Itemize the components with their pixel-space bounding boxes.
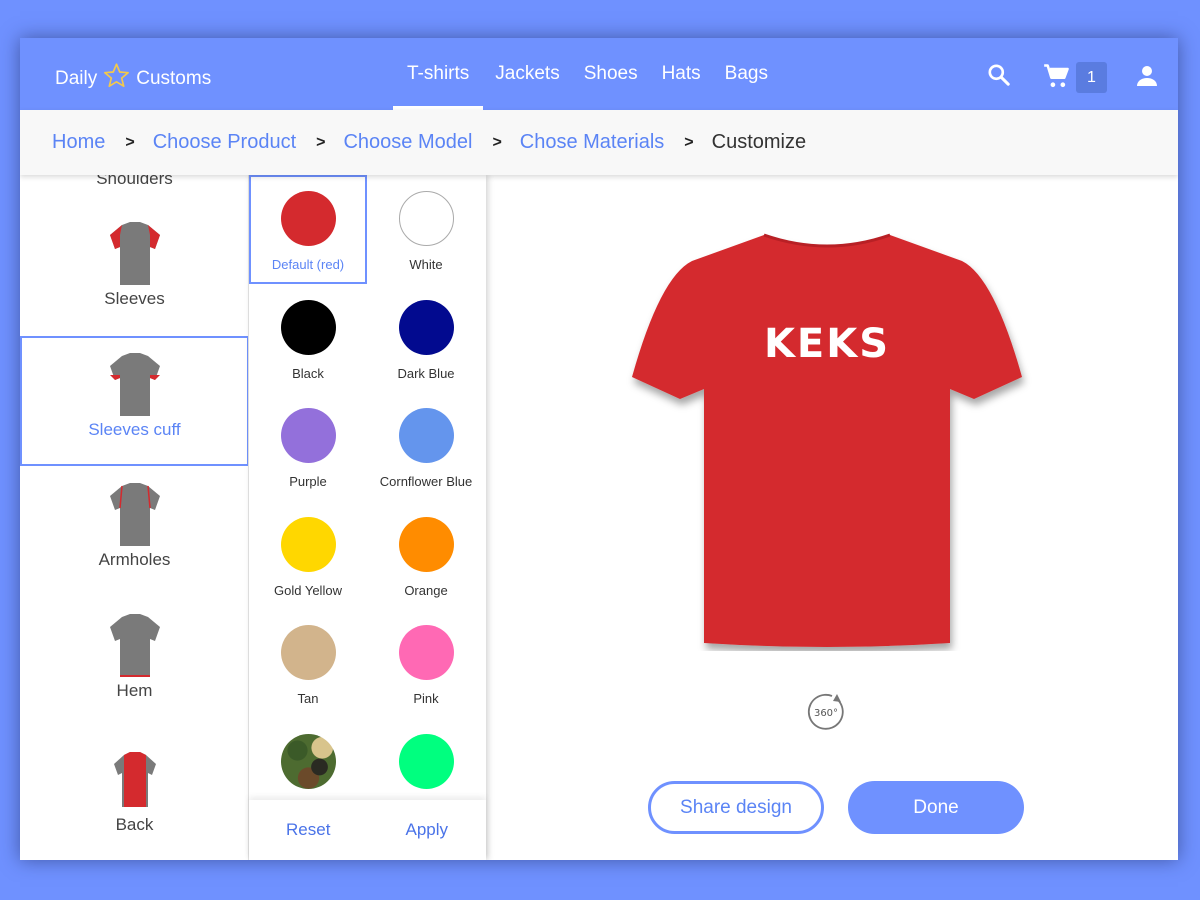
part-label: Sleeves <box>104 289 165 308</box>
nav-tshirts[interactable]: T-shirts <box>393 38 484 110</box>
nav-shoes[interactable]: Shoes <box>572 38 650 110</box>
color-name: Pink <box>413 691 439 706</box>
parts-list[interactable]: Shoulders Sleeves Sleeves cuff Armholes … <box>20 175 249 860</box>
color-picker-panel: Default (red) White Black Dark Blue Purple Co… <box>249 175 486 860</box>
shirt-print-text: KEKS <box>764 321 890 367</box>
color-swatch[interactable]: Black <box>249 284 367 393</box>
user-icon[interactable] <box>1135 64 1159 93</box>
color-name: Orange <box>404 582 448 598</box>
color-dot <box>398 625 454 680</box>
breadcrumb-customize: Customize <box>711 131 807 153</box>
done-button[interactable]: Done <box>848 781 1024 834</box>
brand-name-left: Daily <box>55 67 98 89</box>
nav-jackets[interactable]: Jackets <box>483 38 571 110</box>
breadcrumb: Home > Choose Product > Choose Model > C… <box>20 110 1178 175</box>
color-dot <box>280 191 336 246</box>
cart-icon[interactable] <box>1043 62 1071 95</box>
nav-hats[interactable]: Hats <box>650 38 713 110</box>
color-swatch[interactable]: White <box>367 175 485 284</box>
breadcrumb-choose-product[interactable]: Choose Product <box>153 131 296 154</box>
color-actions-bar: Reset Apply <box>249 800 486 860</box>
color-dot <box>280 516 336 572</box>
apply-button[interactable]: Apply <box>368 800 487 860</box>
part-shoulders[interactable]: Shoulders <box>20 175 248 199</box>
part-label: Hem <box>116 681 153 700</box>
tshirt-hem-icon <box>109 614 160 677</box>
color-swatch[interactable]: Gold Yellow <box>249 501 367 610</box>
part-hem[interactable]: Hem <box>20 611 248 741</box>
color-name: Black <box>292 365 324 381</box>
color-dot <box>280 733 336 789</box>
breadcrumb-chose-materials[interactable]: Chose Materials <box>520 131 665 154</box>
part-label: Shoulders <box>96 175 173 188</box>
color-name: Default (red) <box>271 257 345 272</box>
color-dot <box>280 625 336 680</box>
tshirt-armholes-icon <box>109 483 160 546</box>
nav-bags[interactable]: Bags <box>713 38 780 110</box>
breadcrumb-home[interactable]: Home <box>52 131 105 154</box>
brand-name-right: Customs <box>136 67 212 89</box>
color-dot <box>398 408 454 463</box>
part-label: Back <box>115 815 154 834</box>
color-swatch[interactable]: Orange <box>367 501 485 610</box>
breadcrumb-choose-model[interactable]: Choose Model <box>343 131 472 154</box>
chevron-right-icon: > <box>316 133 326 151</box>
star-icon <box>103 62 130 95</box>
tshirt-sleeves-cuff-icon <box>109 353 160 416</box>
reset-button[interactable]: Reset <box>249 800 368 860</box>
part-armholes[interactable]: Armholes <box>20 480 248 610</box>
color-swatch[interactable]: Purple <box>249 392 367 501</box>
cart-count-badge: 1 <box>1076 62 1107 93</box>
search-icon[interactable] <box>986 62 1012 93</box>
part-label: Armholes <box>98 550 171 569</box>
share-design-button[interactable]: Share design <box>648 781 824 834</box>
part-back[interactable]: Back <box>20 745 248 860</box>
chevron-right-icon: > <box>684 133 694 151</box>
rotate-360-icon: 360° <box>807 693 844 730</box>
rotate-label: 360° <box>814 708 838 719</box>
color-name: Purple <box>289 474 327 489</box>
color-swatch[interactable]: Dark Blue <box>367 284 485 393</box>
top-header: Daily Customs T-shirts Jackets Shoes Hat… <box>20 38 1178 110</box>
part-sleeves[interactable]: Sleeves <box>20 219 248 349</box>
main-nav: T-shirts Jackets Shoes Hats Bags <box>393 38 780 110</box>
tshirt-preview-image: KEKS <box>632 233 1022 647</box>
color-dot <box>280 408 336 463</box>
color-name: Dark Blue <box>397 365 455 381</box>
color-dot <box>398 516 454 572</box>
rotate-360-button[interactable]: 360° <box>804 690 848 734</box>
color-swatch[interactable]: Tan <box>249 609 367 718</box>
tshirt-sleeves-icon <box>109 222 160 285</box>
color-name: Cornflower Blue <box>379 474 473 489</box>
color-dot <box>398 191 454 246</box>
part-label: Sleeves cuff <box>88 420 181 439</box>
color-name: White <box>409 257 443 272</box>
color-dot <box>280 299 336 355</box>
color-swatch[interactable]: Pink <box>367 609 485 718</box>
app-window: Daily Customs T-shirts Jackets Shoes Hat… <box>20 38 1178 860</box>
part-sleeves-cuff[interactable]: Sleeves cuff <box>20 336 248 466</box>
brand-logo[interactable]: Daily Customs <box>55 62 211 95</box>
color-name: Tan <box>297 691 319 706</box>
color-dot <box>398 733 454 789</box>
product-preview: KEKS 360° Share design Done <box>486 175 1178 860</box>
chevron-right-icon: > <box>125 133 135 151</box>
tshirt-back-icon <box>113 752 156 807</box>
color-swatch[interactable]: Cornflower Blue <box>367 392 485 501</box>
color-dot <box>398 299 454 355</box>
color-name: Gold Yellow <box>274 582 342 598</box>
chevron-right-icon: > <box>492 133 502 151</box>
color-swatch[interactable]: Default (red) <box>249 175 367 284</box>
